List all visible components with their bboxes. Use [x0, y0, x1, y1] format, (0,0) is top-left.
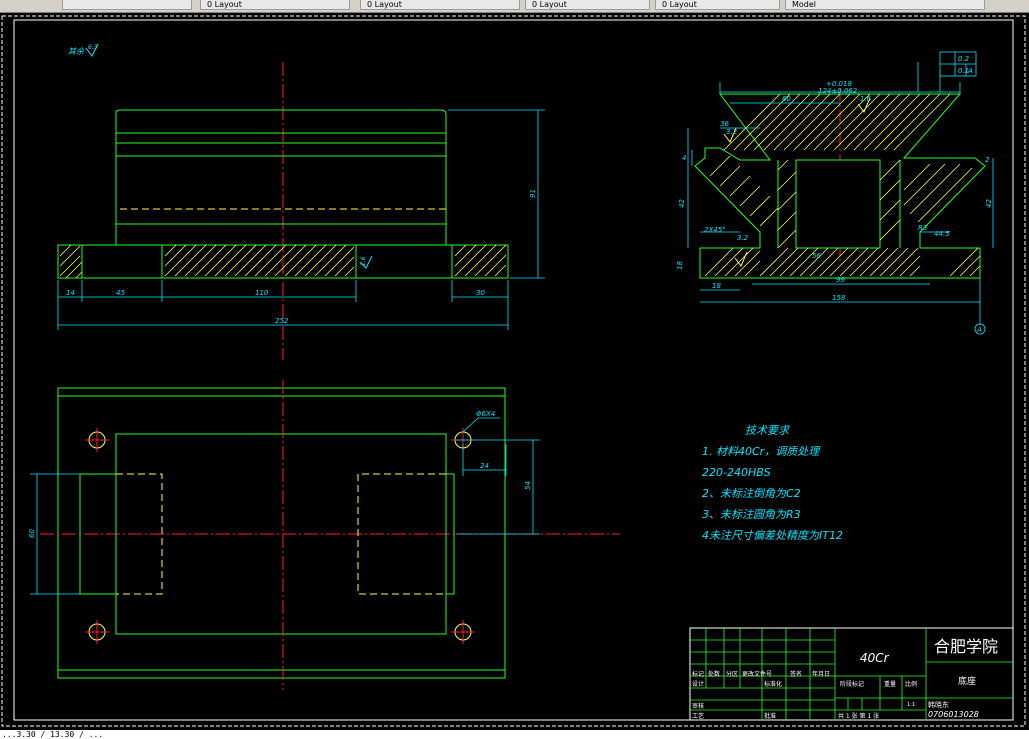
gtol-ref: A — [967, 67, 973, 75]
weight: 重量 — [884, 680, 896, 688]
dim-44-5: 44.5 — [934, 230, 950, 238]
row-design: 设计 — [692, 680, 704, 688]
dim-54: 54 — [524, 481, 532, 490]
tech-line-5: 4未注尺寸偏差处精度为IT12 — [702, 529, 843, 542]
hdr-date: 年月日 — [812, 670, 830, 678]
sheets: 共 1 张 第 1 张 — [838, 712, 879, 720]
layout-tab-4[interactable]: 0 Layout — [655, 0, 780, 10]
tech-line-2: 220-240HBS — [702, 466, 771, 479]
dim-42-left: 42 — [678, 199, 686, 208]
section-view: +0.018 124±0.062 60 1.6 36 3.2 4 42 2X45… — [676, 51, 994, 335]
dim-18: 18 — [676, 261, 684, 270]
front-view: 1.6 14 45 110 30 252 91 — [57, 62, 545, 360]
dim-30: 30 — [476, 289, 485, 297]
dim-18b: 18 — [712, 282, 721, 290]
drawing-frame — [13, 19, 1014, 721]
coords-readout: ...3.30 / 13.30 / ... — [2, 730, 104, 739]
dim-99: 99 — [836, 276, 845, 284]
part-name: 底座 — [958, 675, 976, 687]
material: 40Cr — [860, 651, 890, 665]
dim-252: 252 — [275, 317, 289, 325]
hdr-count: 处数 — [708, 670, 720, 678]
dim-158: 158 — [832, 294, 846, 302]
ra-top: 1.6 — [860, 95, 872, 103]
ra-mid: 3.2 — [737, 234, 749, 242]
dim-2: 2 — [985, 156, 990, 164]
finish-note-label: 其余 — [68, 47, 85, 56]
dim-4: 4 — [682, 154, 686, 162]
ra-left: 3.2 — [726, 128, 738, 136]
dim-36: 36 — [720, 120, 729, 128]
tech-requirements: 技术要求 1. 材料40Cr，调质处理 220-240HBS 2、未标注倒角为C… — [702, 424, 843, 542]
dim-91: 91 — [529, 189, 537, 198]
row-approve: 批准 — [764, 712, 776, 720]
dim-60: 60 — [782, 95, 791, 103]
tech-line-4: 3、未标注圆角为R3 — [702, 508, 801, 521]
layout-tab-2[interactable]: 0 Layout — [360, 0, 520, 10]
tech-line-1: 1. 材料40Cr，调质处理 — [702, 445, 821, 458]
r3: R3 — [918, 224, 927, 232]
layout-tab-1[interactable]: 0 Layout — [200, 0, 350, 10]
title-block: 40Cr 合肥学院 底座 韩晓东 0706013028 标记 处数 分区 更改文… — [689, 627, 1014, 721]
dim-hole: Φ6X4 — [476, 410, 495, 418]
hdr-change: 更改文件号 — [742, 670, 772, 678]
author: 韩晓东 — [928, 700, 949, 709]
layout-tab-0[interactable] — [62, 0, 192, 10]
layout-tab-3[interactable]: 0 Layout — [525, 0, 650, 10]
dim-14: 14 — [66, 289, 75, 297]
gtol-1: 0.2 — [958, 55, 970, 63]
dim-110: 110 — [255, 289, 269, 297]
hdr-zone: 分区 — [726, 670, 738, 678]
row-standard: 标准化 — [764, 680, 782, 688]
datum-a: A — [976, 326, 982, 334]
tech-title: 技术要求 — [745, 424, 791, 437]
drawing-canvas[interactable]: 其余 6.3 1.6 14 45 110 30 252 91 +0.018 12… — [0, 12, 1029, 730]
chamfer: 2X45° — [704, 226, 726, 234]
scale-value: 1:1 — [907, 702, 915, 708]
row-audit: 审核 — [692, 702, 704, 710]
front-roughness: 1.6 — [360, 256, 367, 266]
row-process: 工艺 — [692, 712, 704, 720]
hdr-mark: 标记 — [692, 670, 704, 678]
dim-60-plan: 60 — [28, 529, 36, 538]
plan-view: Φ6X4 24 54 60 — [28, 380, 620, 690]
model-tab[interactable]: Model — [785, 0, 985, 10]
school: 合肥学院 — [934, 637, 998, 656]
surface-finish-note: 其余 6.3 — [68, 43, 99, 57]
tech-line-3: 2、未标注倒角为C2 — [702, 487, 801, 500]
hdr-sign: 签名 — [790, 670, 802, 678]
dim-56: 56 — [812, 252, 821, 260]
drawing-number: 0706013028 — [928, 710, 979, 719]
scale: 比例 — [905, 680, 917, 688]
dim-24: 24 — [480, 462, 489, 470]
stage: 阶段标记 — [840, 680, 864, 688]
dim-42-right: 42 — [985, 199, 993, 208]
status-bar: ...3.30 / 13.30 / ... — [0, 730, 1029, 739]
dim-tol-main: 124±0.062 — [818, 87, 858, 95]
finish-value: 6.3 — [88, 44, 98, 51]
dim-45: 45 — [116, 289, 125, 297]
